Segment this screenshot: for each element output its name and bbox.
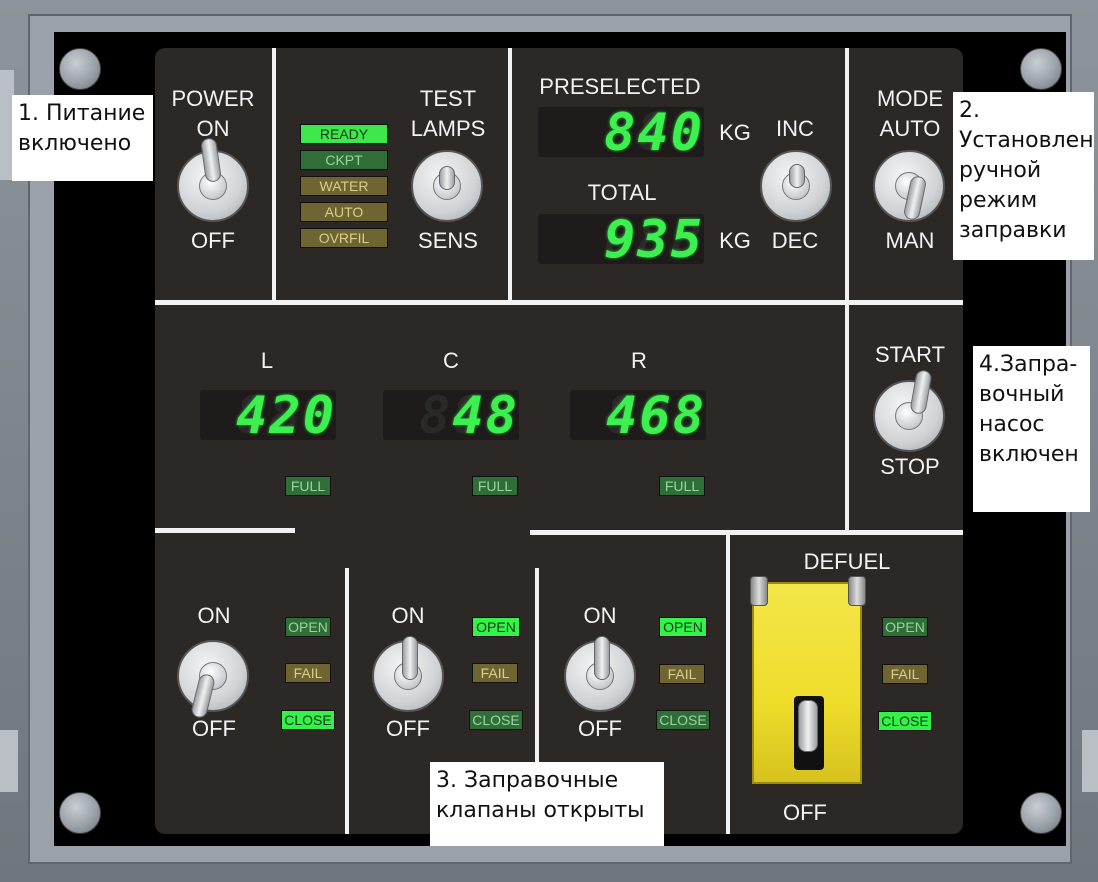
kg-unit-label: KG: [719, 120, 751, 145]
tank-r-label: R: [631, 348, 647, 373]
valve-r-close-lamp: CLOSE: [656, 710, 710, 730]
valve-c-open-lamp: OPEN: [472, 617, 520, 637]
valve-l-on-label: ON: [197, 603, 231, 628]
divider: [845, 48, 849, 530]
power-on-label: ON: [196, 116, 230, 141]
preselected-display: 888 840: [538, 107, 704, 157]
valve-r-open-lamp: OPEN: [659, 617, 707, 637]
mode-auto-label: AUTO: [879, 116, 941, 141]
divider: [155, 300, 963, 305]
tank-l-full-lamp: FULL: [285, 476, 331, 496]
stop-label: STOP: [880, 454, 940, 479]
ckpt-lamp: CKPT: [300, 150, 388, 170]
mode-toggle-switch[interactable]: [873, 150, 945, 222]
hinge-icon: [848, 576, 866, 606]
mode-man-label: MAN: [885, 228, 935, 253]
valve-l-open-lamp: OPEN: [285, 617, 331, 637]
power-label: POWER: [171, 86, 255, 111]
test-lamps-toggle-switch[interactable]: [411, 150, 483, 222]
valve-r-off-label: OFF: [578, 716, 622, 741]
defuel-close-lamp: CLOSE: [878, 711, 932, 731]
total-value: 935: [604, 214, 704, 264]
auto-lamp: AUTO: [300, 202, 388, 222]
lamps-label: LAMPS: [410, 116, 486, 141]
divider: [508, 48, 512, 302]
valve-c-fail-lamp: FAIL: [472, 663, 518, 683]
tank-r-value: 468: [606, 390, 706, 440]
preselected-value: 840: [604, 107, 704, 157]
screw-icon: [59, 48, 101, 90]
tank-r-full-lamp: FULL: [659, 476, 705, 496]
defuel-open-lamp: OPEN: [882, 617, 928, 637]
screw-icon: [1020, 48, 1062, 90]
dec-label: DEC: [771, 228, 819, 253]
tank-l-display: 888 420: [200, 390, 336, 440]
power-off-label: OFF: [191, 228, 235, 253]
defuel-off-label: OFF: [783, 800, 827, 825]
ovrfil-lamp: OVRFIL: [300, 228, 388, 248]
note-power-on: 1. Питание включено: [12, 95, 153, 181]
valve-l-off-label: OFF: [192, 716, 236, 741]
total-display: 888 935: [538, 214, 704, 264]
mode-label: MODE: [877, 86, 943, 111]
background-strip-right-low: [1082, 730, 1098, 792]
divider: [726, 533, 730, 834]
total-label: TOTAL: [587, 180, 657, 205]
valve-c-off-label: OFF: [386, 716, 430, 741]
sens-label: SENS: [418, 228, 478, 253]
water-lamp: WATER: [300, 176, 388, 196]
defuel-toggle-switch[interactable]: [788, 696, 830, 756]
tank-l-value: 420: [236, 390, 336, 440]
tank-c-value: 48: [452, 390, 519, 440]
tank-c-display: 888 48: [383, 390, 519, 440]
valve-c-on-label: ON: [391, 603, 425, 628]
valve-l-toggle-switch[interactable]: [177, 640, 249, 720]
tank-c-full-lamp: FULL: [472, 476, 518, 496]
note-valves-open: 3. Заправочные клапаны открыты: [430, 762, 664, 846]
tank-l-label: L: [260, 348, 274, 373]
valve-r-fail-lamp: FAIL: [659, 664, 705, 684]
test-label: TEST: [419, 86, 477, 111]
power-toggle-switch[interactable]: [177, 137, 249, 222]
screw-icon: [1020, 792, 1062, 834]
valve-c-toggle-switch[interactable]: [372, 636, 444, 712]
valve-c-close-lamp: CLOSE: [469, 710, 523, 730]
kg-unit-label: KG: [719, 228, 751, 253]
inc-dec-toggle-switch[interactable]: [760, 150, 832, 222]
start-label: START: [874, 342, 946, 367]
defuel-label: DEFUEL: [803, 549, 891, 574]
valve-r-toggle-switch[interactable]: [564, 636, 636, 712]
valve-l-fail-lamp: FAIL: [285, 663, 331, 683]
valve-r-on-label: ON: [583, 603, 617, 628]
ready-lamp: READY: [300, 124, 388, 144]
tank-r-display: 888 468: [570, 390, 706, 440]
background-strip-left-low: [0, 730, 18, 792]
hinge-icon: [750, 576, 768, 606]
divider: [155, 528, 295, 533]
screw-icon: [59, 792, 101, 834]
note-pump-on: 4.Запра-вочный насос включен: [973, 346, 1090, 512]
divider: [530, 530, 963, 535]
divider: [272, 48, 276, 302]
valve-l-close-lamp: CLOSE: [281, 710, 335, 730]
inc-label: INC: [776, 116, 814, 141]
defuel-fail-lamp: FAIL: [882, 664, 928, 684]
divider: [345, 568, 349, 834]
note-manual-mode: 2. Установлен ручной режим заправки: [953, 92, 1094, 260]
tank-c-label: C: [443, 348, 459, 373]
pump-toggle-switch[interactable]: [873, 368, 945, 452]
preselected-label: PRESELECTED: [539, 74, 701, 99]
